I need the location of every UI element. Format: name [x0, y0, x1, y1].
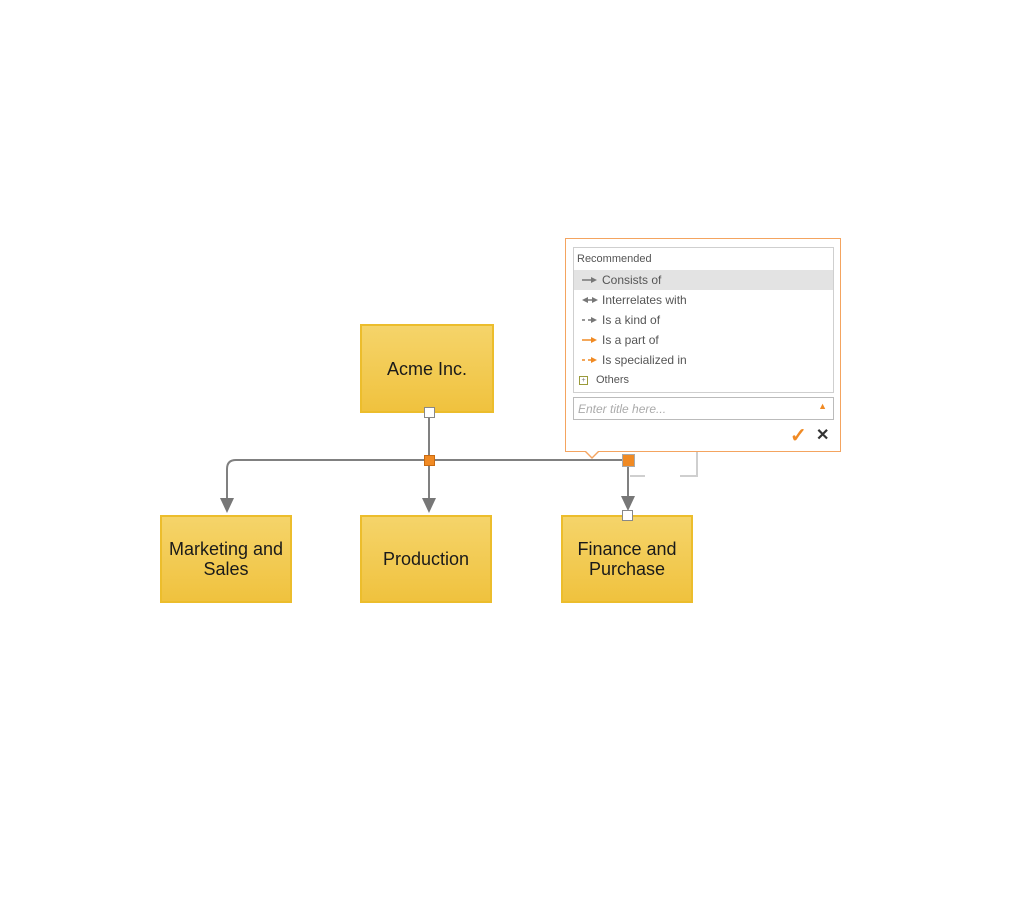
node-label: Acme Inc.: [386, 358, 468, 379]
routing-guide: [630, 452, 698, 477]
relation-item-consists-of[interactable]: Consists of: [574, 270, 833, 290]
expand-plus-icon: +: [579, 375, 588, 385]
connection-handle-target[interactable]: [622, 510, 633, 521]
segment-drag-handle[interactable]: [622, 454, 635, 467]
item-label: Consists of: [602, 273, 662, 287]
orange-arrow-icon: [582, 337, 597, 343]
title-input[interactable]: Enter title here... ▲: [573, 397, 834, 420]
relation-type-list: Recommended Consists of Interrelates wit…: [573, 247, 834, 393]
orange-dashed-arrow-icon: [582, 357, 597, 363]
others-expander[interactable]: + Others: [574, 370, 833, 390]
close-icon[interactable]: ✕: [816, 425, 829, 445]
relation-item-interrelates-with[interactable]: Interrelates with: [574, 290, 833, 310]
section-label: Recommended: [577, 253, 652, 265]
connection-handle-source[interactable]: [424, 407, 435, 418]
item-label: Interrelates with: [602, 293, 687, 307]
dashed-arrow-icon: [582, 317, 597, 323]
arrowhead-marketing: [220, 498, 234, 513]
node-label: Production: [382, 549, 470, 569]
node-marketing[interactable]: Marketing and Sales: [160, 515, 292, 603]
others-label: Others: [596, 374, 630, 386]
node-acme[interactable]: Acme Inc.: [360, 324, 494, 413]
double-arrow-icon: [582, 297, 598, 303]
solid-arrow-icon: [582, 277, 597, 283]
arrowhead-production: [422, 498, 436, 513]
popup-pointer: [584, 450, 600, 459]
node-production[interactable]: Production: [360, 515, 492, 603]
relation-type-popup: Recommended Consists of Interrelates wit…: [565, 238, 841, 459]
relation-item-is-a-kind-of[interactable]: Is a kind of: [574, 310, 833, 330]
node-label: Marketing and Sales: [168, 539, 284, 579]
item-label: Is a part of: [602, 333, 659, 347]
node-label: Finance and Purchase: [577, 539, 677, 579]
title-placeholder: Enter title here...: [578, 402, 667, 416]
checkmark-icon[interactable]: ✓: [790, 423, 807, 448]
item-label: Is specialized in: [602, 353, 687, 367]
arrowhead-finance: [621, 496, 635, 511]
item-label: Is a kind of: [602, 313, 661, 327]
connectors: [220, 418, 698, 513]
node-finance[interactable]: Finance and Purchase: [561, 515, 693, 603]
connector-marketing[interactable]: [226, 459, 237, 500]
junction-handle[interactable]: [424, 455, 435, 466]
relation-item-is-specialized-in[interactable]: Is specialized in: [574, 350, 833, 370]
dropdown-caret-icon[interactable]: ▲: [818, 401, 827, 411]
relation-item-is-a-part-of[interactable]: Is a part of: [574, 330, 833, 350]
